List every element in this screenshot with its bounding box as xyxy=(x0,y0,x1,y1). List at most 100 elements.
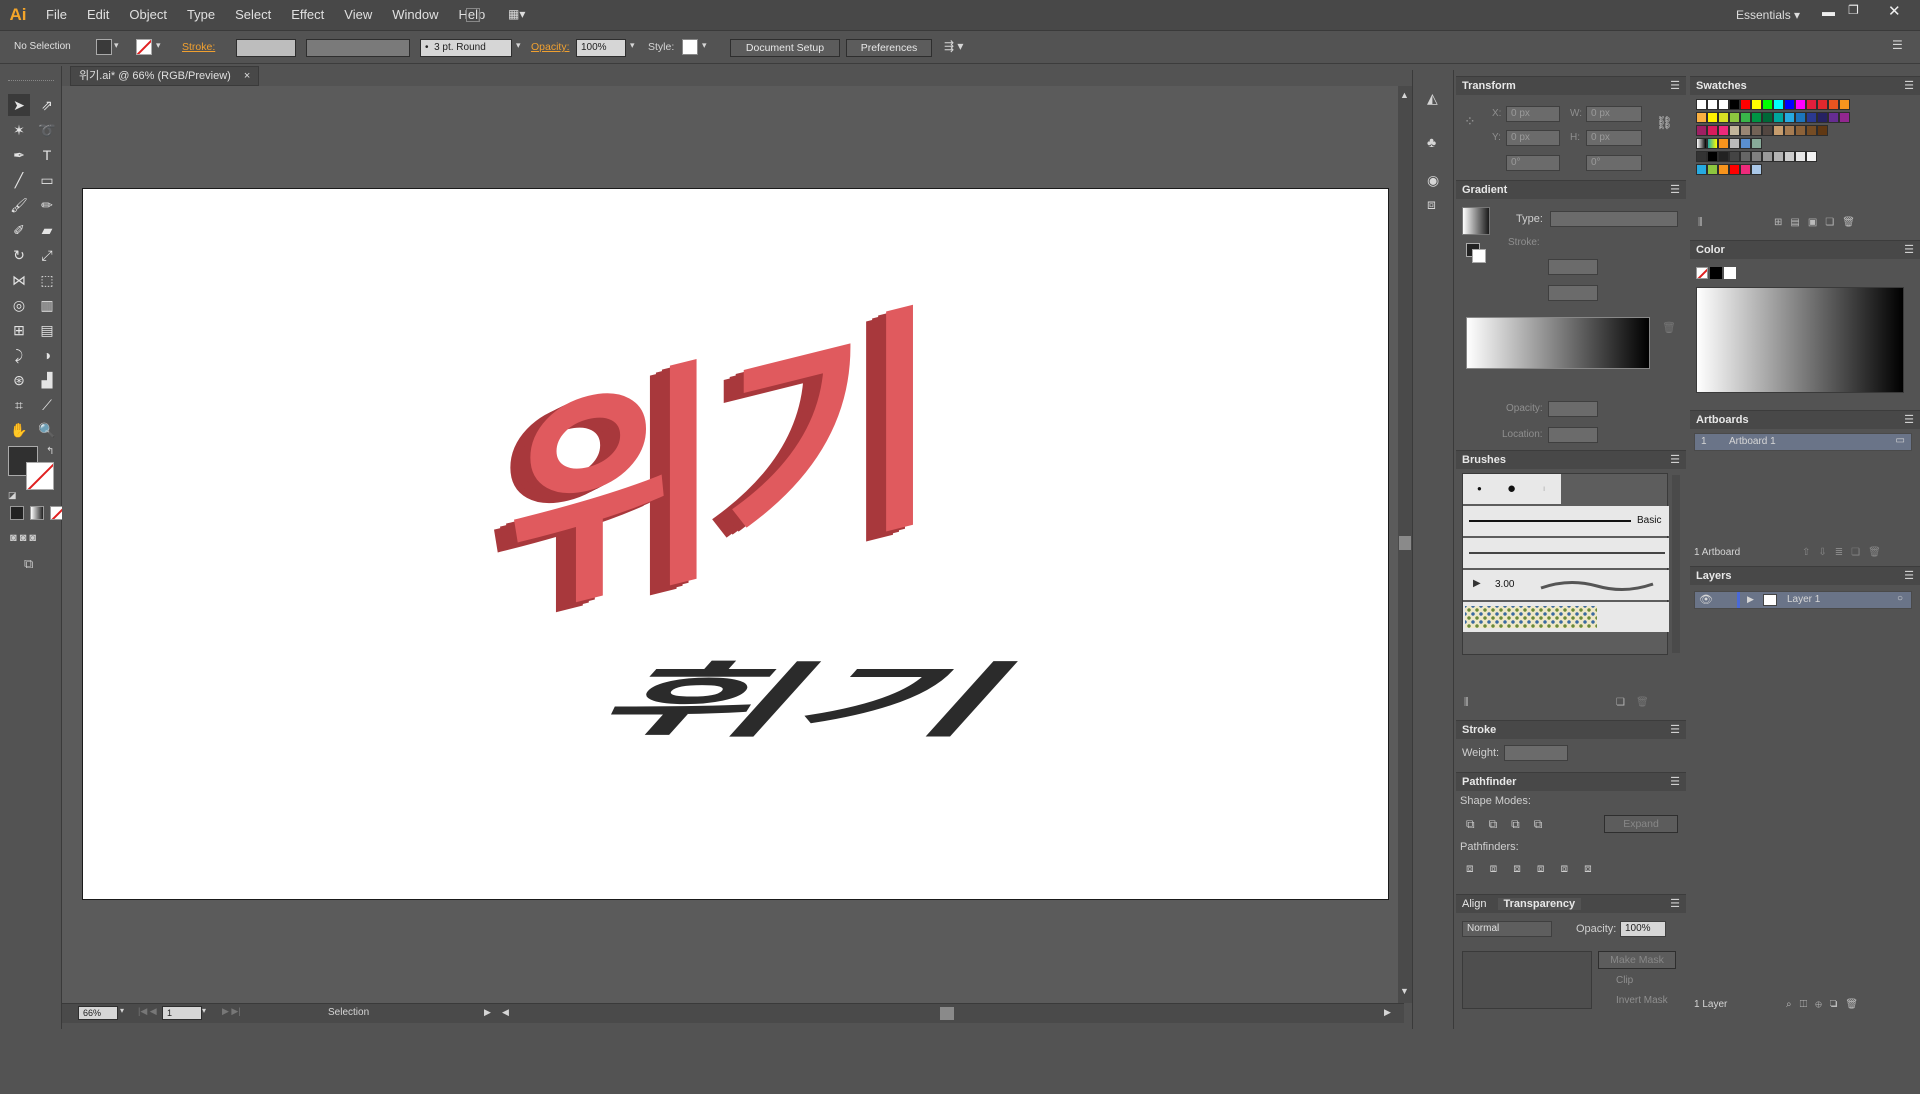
graphic-style-swatch[interactable] xyxy=(682,39,698,55)
make-mask-button[interactable]: Make Mask xyxy=(1598,951,1676,969)
control-panel-menu-icon[interactable]: ☰ xyxy=(1892,38,1903,52)
preferences-button[interactable]: Preferences xyxy=(846,39,932,57)
y-field[interactable]: 0 px xyxy=(1506,130,1560,146)
menu-effect[interactable]: Effect xyxy=(281,0,334,30)
invert-mask-checkbox[interactable]: Invert Mask xyxy=(1616,995,1668,1006)
stroke-weight-field[interactable] xyxy=(236,39,296,57)
default-colors-icon[interactable]: ◪ xyxy=(8,490,17,501)
stroke-swatch[interactable] xyxy=(136,39,152,55)
blend-mode-dropdown[interactable]: Normal xyxy=(1462,921,1552,937)
draw-modes-icon[interactable]: ◙ ◙ ◙ xyxy=(10,532,36,544)
color-black-swatch[interactable] xyxy=(1710,267,1722,279)
menu-window[interactable]: Window xyxy=(382,0,448,30)
line-tool-icon[interactable]: ╱ xyxy=(8,169,30,191)
scale-tool-icon[interactable]: ⤢ xyxy=(36,244,58,266)
close-tab-icon[interactable]: × xyxy=(244,70,250,82)
arrange-documents-icon[interactable]: ▦▾ xyxy=(508,7,532,23)
paintbrush-tool-icon[interactable]: 🖌 xyxy=(8,194,30,216)
workspace-switcher[interactable]: Essentials ▾ xyxy=(1736,8,1800,22)
artwork[interactable]: 휘기 위기 위기 위기 위기 xyxy=(83,189,1390,901)
brushes-panel-header[interactable]: Brushes ☰ xyxy=(1456,451,1686,469)
swatch-libraries-icon[interactable]: ⫼ xyxy=(1698,217,1703,228)
type-tool-icon[interactable]: T xyxy=(36,144,58,166)
stroke-label[interactable]: Stroke: xyxy=(182,41,215,53)
stroke-dropdown-icon[interactable]: ▾ xyxy=(156,40,161,51)
status-menu-icon[interactable]: ▶ xyxy=(484,1007,491,1018)
rectangle-tool-icon[interactable]: ▭ xyxy=(36,169,58,191)
h-field[interactable]: 0 px xyxy=(1586,130,1642,146)
perspective-grid-tool-icon[interactable]: ▥ xyxy=(36,294,58,316)
rotate-field[interactable]: 0° xyxy=(1506,155,1560,171)
brush-definition[interactable]: • 3 pt. Round xyxy=(420,39,512,57)
menu-type[interactable]: Type xyxy=(177,0,225,30)
brushes-scrollbar[interactable] xyxy=(1672,475,1680,653)
menu-file[interactable]: File xyxy=(36,0,77,30)
gradient-location-field[interactable] xyxy=(1548,427,1598,443)
stroke-weight-input[interactable] xyxy=(1504,745,1568,761)
horizontal-scroll-thumb[interactable] xyxy=(940,1007,954,1020)
layers-panel-header[interactable]: Layers ☰ xyxy=(1690,567,1920,585)
menu-select[interactable]: Select xyxy=(225,0,281,30)
document-setup-button[interactable]: Document Setup xyxy=(730,39,840,57)
new-brush-icon[interactable]: ❏ xyxy=(1616,697,1625,708)
artboard-tool-icon[interactable]: ⌗ xyxy=(8,394,30,416)
fill-swatch[interactable] xyxy=(96,39,112,55)
symbols-icon[interactable]: ♣ xyxy=(1427,134,1436,150)
hand-tool-icon[interactable]: ✋ xyxy=(8,419,30,441)
brush-charcoal[interactable] xyxy=(1463,538,1669,568)
opacity-dropdown-icon[interactable]: ▾ xyxy=(630,40,635,51)
swatch-none[interactable] xyxy=(1696,99,1707,110)
color-mode-icon[interactable] xyxy=(10,506,24,520)
shape-builder-tool-icon[interactable]: ◎ xyxy=(8,294,30,316)
zoom-tool-icon[interactable]: 🔍 xyxy=(36,419,58,441)
close-button[interactable]: ✕ xyxy=(1888,2,1901,20)
gradient-panel-header[interactable]: Gradient ☰ xyxy=(1456,181,1686,199)
layer-target-icon[interactable]: ○ xyxy=(1897,593,1903,604)
w-field[interactable]: 0 px xyxy=(1586,106,1642,122)
menu-edit[interactable]: Edit xyxy=(77,0,119,30)
zoom-dropdown-icon[interactable]: ▾ xyxy=(120,1006,124,1015)
restore-button[interactable]: ❐ xyxy=(1848,3,1859,17)
document-tab[interactable]: 위기.ai* @ 66% (RGB/Preview) × xyxy=(70,66,260,86)
pen-tool-icon[interactable]: ✒ xyxy=(8,144,30,166)
brush-pattern[interactable] xyxy=(1463,602,1669,632)
brush-basic[interactable]: Basic xyxy=(1463,506,1669,536)
brush-calligraphic[interactable]: ▶ 3.00 xyxy=(1463,570,1669,600)
scroll-left-icon[interactable]: ◀ xyxy=(502,1007,509,1018)
width-tool-icon[interactable]: ⋈ xyxy=(8,269,30,291)
tab-align[interactable]: Align xyxy=(1462,898,1486,910)
stroke-color-box[interactable] xyxy=(26,462,54,490)
brush-libraries-icon[interactable]: ⫼ xyxy=(1464,697,1469,708)
free-transform-tool-icon[interactable]: ⬚ xyxy=(36,269,58,291)
gradient-angle-field[interactable] xyxy=(1548,259,1598,275)
zoom-field[interactable]: 66% xyxy=(78,1006,118,1020)
magic-wand-tool-icon[interactable]: ✶ xyxy=(8,119,30,141)
mesh-tool-icon[interactable]: ⊞ xyxy=(8,319,30,341)
layer-visibility-icon[interactable]: 👁 xyxy=(1699,593,1713,606)
swatch-actions[interactable]: ⊞▤▣❏🗑 xyxy=(1774,217,1863,228)
delete-brush-icon[interactable]: 🗑 xyxy=(1636,697,1649,708)
color-spectrum[interactable] xyxy=(1696,287,1904,393)
artboard[interactable]: 휘기 위기 위기 위기 위기 xyxy=(82,188,1389,900)
scroll-down-icon[interactable]: ▼ xyxy=(1400,986,1409,996)
scroll-right-icon[interactable]: ▶ xyxy=(1384,1007,1391,1018)
symbol-sprayer-tool-icon[interactable]: ⊛ xyxy=(8,369,30,391)
shear-field[interactable]: 0° xyxy=(1586,155,1642,171)
bridge-icon[interactable] xyxy=(466,8,480,22)
menu-object[interactable]: Object xyxy=(119,0,177,30)
pathfinder-panel-header[interactable]: Pathfinder ☰ xyxy=(1456,773,1686,791)
artboard-options-icon[interactable]: ▭ xyxy=(1896,435,1905,446)
direct-selection-tool-icon[interactable]: ⇗ xyxy=(36,94,58,116)
column-graph-tool-icon[interactable]: ▟ xyxy=(36,369,58,391)
tab-transparency[interactable]: Transparency xyxy=(1497,898,1582,910)
clip-checkbox[interactable]: Clip xyxy=(1616,975,1633,986)
arrange-icon[interactable]: ⇶ ▾ xyxy=(944,39,963,53)
gradient-mode-icon[interactable] xyxy=(30,506,44,520)
graphic-styles-icon[interactable]: ⧈ xyxy=(1427,196,1436,213)
eraser-tool-icon[interactable]: ▰ xyxy=(36,219,58,241)
menu-view[interactable]: View xyxy=(334,0,382,30)
minimize-button[interactable]: ▬ xyxy=(1822,4,1835,19)
swatches-panel-header[interactable]: Swatches ☰ xyxy=(1690,77,1920,95)
artboard-row[interactable]: 1 Artboard 1 ▭ xyxy=(1694,433,1912,451)
opacity-field[interactable]: 100% xyxy=(576,39,626,57)
